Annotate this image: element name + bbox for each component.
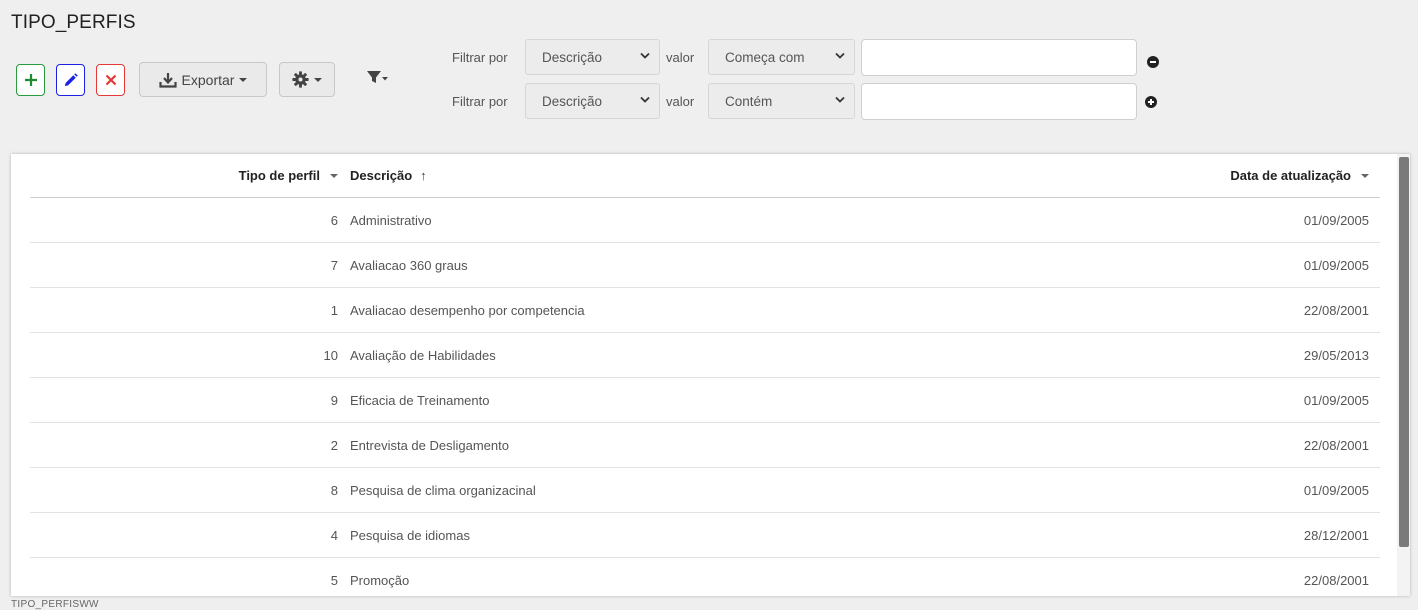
filter-field-select[interactable]: Descrição <box>525 83 660 119</box>
filter-icon[interactable] <box>366 68 388 88</box>
filter-value-input[interactable] <box>861 39 1137 76</box>
table-row[interactable]: 2 Entrevista de Desligamento 22/08/2001 <box>30 422 1380 468</box>
filter-by-label: Filtrar por <box>452 94 508 109</box>
table-row[interactable]: 10 Avaliação de Habilidades 29/05/2013 <box>30 332 1380 378</box>
column-header-label: Tipo de perfil <box>238 168 320 183</box>
add-button[interactable] <box>16 64 45 96</box>
cell-data-de-atualizacao: 01/09/2005 <box>986 377 1380 423</box>
chevron-down-icon <box>239 77 248 82</box>
close-icon <box>105 74 116 86</box>
cell-descricao: Pesquisa de idiomas <box>338 512 987 558</box>
cell-data-de-atualizacao: 29/05/2013 <box>986 332 1380 378</box>
table-row[interactable]: 7 Avaliacao 360 graus 01/09/2005 <box>30 242 1380 288</box>
download-icon <box>158 72 177 88</box>
cell-tipo-de-perfil: 5 <box>30 557 338 596</box>
data-grid: Tipo de perfil Descrição ↑ Data de atuali… <box>11 154 1410 596</box>
data-table: Tipo de perfil Descrição ↑ Data de atuali… <box>30 154 1380 596</box>
column-header-label: Descrição <box>350 168 413 183</box>
cell-descricao: Avaliacao 360 graus <box>338 242 987 288</box>
cell-tipo-de-perfil: 1 <box>30 287 338 333</box>
chevron-down-icon <box>835 96 845 103</box>
cell-descricao: Eficacia de Treinamento <box>338 377 987 423</box>
minus-circle-icon[interactable] <box>1147 56 1159 68</box>
table-row[interactable]: 6 Administrativo 01/09/2005 <box>30 197 1380 243</box>
filter-value-label: valor <box>666 50 695 65</box>
cell-data-de-atualizacao: 01/09/2005 <box>986 467 1380 513</box>
cell-data-de-atualizacao: 01/09/2005 <box>986 197 1380 243</box>
cell-data-de-atualizacao: 22/08/2001 <box>986 557 1380 596</box>
filter-operator-value: Contém <box>725 93 773 109</box>
cell-tipo-de-perfil: 10 <box>30 332 338 378</box>
column-header-descricao[interactable]: Descrição ↑ <box>338 154 987 198</box>
cell-descricao: Entrevista de Desligamento <box>338 422 987 468</box>
chevron-down-icon <box>835 52 845 59</box>
filter-operator-select[interactable]: Contém <box>708 83 855 119</box>
scrollbar-thumb[interactable] <box>1399 157 1409 547</box>
cell-descricao: Pesquisa de clima organizacinal <box>338 467 987 513</box>
sort-down-icon <box>1361 173 1369 178</box>
filter-operator-select[interactable]: Começa com <box>708 39 855 75</box>
filter-field-value: Descrição <box>542 93 603 109</box>
chevron-down-icon <box>640 96 650 103</box>
table-row[interactable]: 8 Pesquisa de clima organizacinal 01/09/… <box>30 467 1380 513</box>
column-header-label: Data de atualização <box>1230 168 1351 183</box>
cell-tipo-de-perfil: 2 <box>30 422 338 468</box>
filter-value-input[interactable] <box>861 83 1137 120</box>
footer-label: TIPO_PERFISWW <box>11 599 99 610</box>
cell-data-de-atualizacao: 22/08/2001 <box>986 422 1380 468</box>
cell-tipo-de-perfil: 6 <box>30 197 338 243</box>
vertical-scrollbar[interactable] <box>1397 154 1410 596</box>
cell-descricao: Administrativo <box>338 197 987 243</box>
cell-descricao: Avaliação de Habilidades <box>338 332 987 378</box>
filter-value-label: valor <box>666 94 695 109</box>
export-label: Exportar <box>181 71 235 88</box>
plus-circle-icon[interactable] <box>1145 96 1157 108</box>
column-header-data-de-atualizacao[interactable]: Data de atualização <box>986 154 1380 198</box>
page-title: TIPO_PERFIS <box>11 12 136 33</box>
table-row[interactable]: 4 Pesquisa de idiomas 28/12/2001 <box>30 512 1380 558</box>
cell-descricao: Promoção <box>338 557 987 596</box>
pencil-icon <box>64 72 78 86</box>
gear-icon <box>292 71 309 88</box>
settings-button[interactable] <box>279 62 335 97</box>
table-row[interactable]: 1 Avaliacao desempenho por competencia 2… <box>30 287 1380 333</box>
table-row[interactable]: 5 Promoção 22/08/2001 <box>30 557 1380 596</box>
table-row[interactable]: 9 Eficacia de Treinamento 01/09/2005 <box>30 377 1380 423</box>
column-header-tipo-de-perfil[interactable]: Tipo de perfil <box>30 154 338 198</box>
edit-button[interactable] <box>56 64 85 96</box>
filter-operator-value: Começa com <box>725 49 805 65</box>
sort-down-icon <box>330 173 338 178</box>
cell-data-de-atualizacao: 22/08/2001 <box>986 287 1380 333</box>
export-button[interactable]: Exportar <box>139 62 267 97</box>
filter-by-label: Filtrar por <box>452 50 508 65</box>
plus-icon <box>24 74 37 86</box>
cell-tipo-de-perfil: 9 <box>30 377 338 423</box>
chevron-down-icon <box>314 77 322 82</box>
cell-tipo-de-perfil: 4 <box>30 512 338 558</box>
filter-field-select[interactable]: Descrição <box>525 39 660 75</box>
cell-descricao: Avaliacao desempenho por competencia <box>338 287 987 333</box>
sort-ascending-icon: ↑ <box>420 168 427 183</box>
cell-data-de-atualizacao: 01/09/2005 <box>986 242 1380 288</box>
cell-tipo-de-perfil: 8 <box>30 467 338 513</box>
filter-field-value: Descrição <box>542 49 603 65</box>
delete-button[interactable] <box>96 64 125 96</box>
chevron-down-icon <box>640 52 650 59</box>
table-header-row: Tipo de perfil Descrição ↑ Data de atuali… <box>30 154 1380 198</box>
cell-tipo-de-perfil: 7 <box>30 242 338 288</box>
cell-data-de-atualizacao: 28/12/2001 <box>986 512 1380 558</box>
